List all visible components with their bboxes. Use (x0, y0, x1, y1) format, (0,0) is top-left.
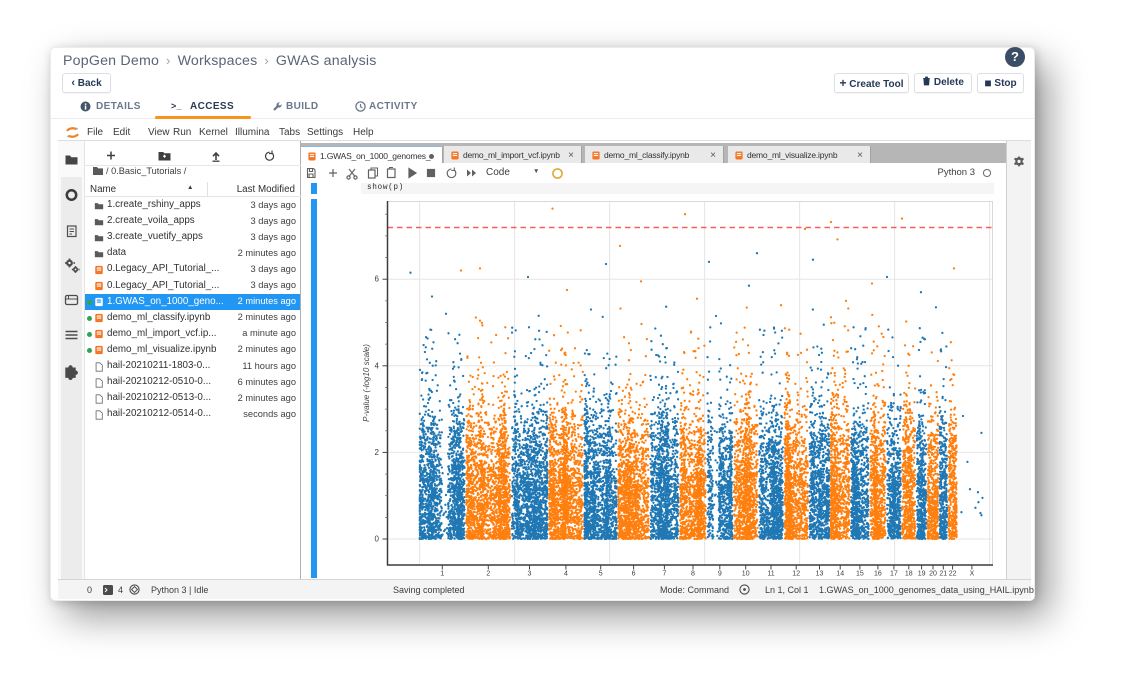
svg-text:2: 2 (375, 448, 380, 457)
svg-text:7: 7 (662, 571, 666, 578)
svg-text:14: 14 (836, 571, 844, 578)
svg-text:4: 4 (564, 571, 568, 578)
svg-text:22: 22 (949, 571, 957, 578)
svg-text:19: 19 (918, 571, 926, 578)
svg-text:21: 21 (939, 571, 947, 578)
svg-text:15: 15 (856, 571, 864, 578)
svg-text:16: 16 (874, 571, 882, 578)
svg-text:4: 4 (375, 361, 380, 370)
svg-text:10: 10 (742, 571, 750, 578)
svg-text:12: 12 (792, 571, 800, 578)
svg-text:8: 8 (691, 571, 695, 578)
svg-text:0: 0 (375, 535, 380, 544)
svg-text:6: 6 (632, 571, 636, 578)
svg-text:6: 6 (375, 275, 380, 284)
svg-text:X: X (970, 571, 975, 578)
svg-text:9: 9 (718, 571, 722, 578)
svg-text:20: 20 (929, 571, 937, 578)
svg-text:P-value (-log10 scale): P-value (-log10 scale) (362, 344, 371, 422)
svg-text:1: 1 (440, 571, 444, 578)
svg-text:11: 11 (767, 571, 774, 578)
svg-text:17: 17 (890, 571, 898, 578)
svg-text:3: 3 (528, 571, 532, 578)
svg-text:18: 18 (905, 571, 913, 578)
svg-text:13: 13 (816, 571, 824, 578)
svg-text:2: 2 (486, 571, 490, 578)
svg-text:5: 5 (599, 571, 603, 578)
